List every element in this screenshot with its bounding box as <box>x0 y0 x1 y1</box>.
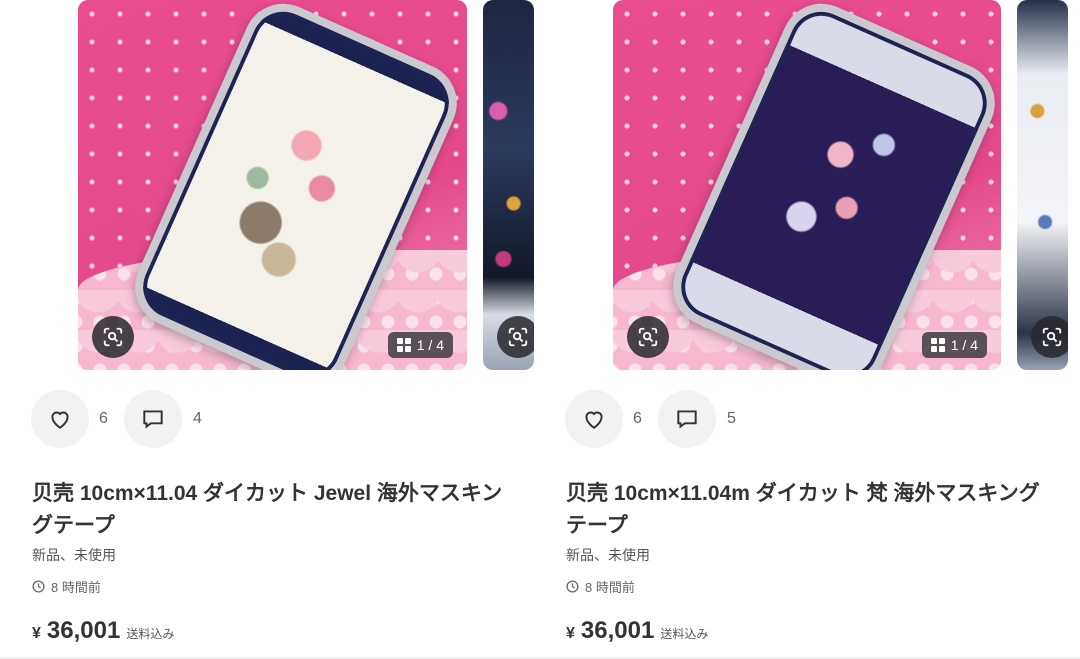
item-condition: 新品、未使用 <box>32 547 116 563</box>
like-count: 6 <box>633 410 642 427</box>
price: ¥ 36,001 送料込み <box>32 617 174 645</box>
currency-symbol: ¥ <box>32 625 41 642</box>
clock-icon <box>566 580 579 593</box>
posted-time-text: 8 時間前 <box>585 580 635 595</box>
clock-icon <box>32 580 45 593</box>
image-search-button-next[interactable] <box>497 316 534 358</box>
product-image-main[interactable]: 1 / 4 <box>613 0 1001 370</box>
image-counter-text: 1 / 4 <box>950 337 978 353</box>
product-title[interactable]: 贝壳 10cm×11.04m ダイカット 梵 海外マスキングテープ <box>566 478 1056 542</box>
heart-icon <box>51 411 69 429</box>
price: ¥ 36,001 送料込み <box>566 617 708 645</box>
product-card-1[interactable]: 1 / 4 6 4 贝壳 10cm×11.04 ダイカット Jewel 海外マス… <box>0 0 534 659</box>
image-counter: 1 / 4 <box>387 332 453 358</box>
comment-icon <box>677 410 697 429</box>
posted-time-text: 8 時間前 <box>51 580 101 595</box>
heart-icon <box>585 411 603 429</box>
like-button[interactable] <box>565 390 623 448</box>
posted-time: 8 時間前 <box>566 577 635 596</box>
next-image-preview <box>483 0 534 370</box>
comment-count: 4 <box>193 410 202 427</box>
comment-count: 5 <box>727 410 736 427</box>
image-search-button-next[interactable] <box>1031 316 1068 358</box>
image-counter-text: 1 / 4 <box>416 337 444 353</box>
comment-icon <box>143 410 163 429</box>
price-amount: 36,001 <box>46 617 121 644</box>
gallery-grid-icon <box>930 338 945 352</box>
currency-symbol: ¥ <box>566 625 575 642</box>
image-search-icon <box>508 327 528 347</box>
shipping-included: 送料込み <box>126 627 175 641</box>
product-image-next[interactable] <box>483 0 534 370</box>
image-search-icon <box>638 327 658 347</box>
image-counter: 1 / 4 <box>921 332 987 358</box>
image-search-button[interactable] <box>92 316 134 358</box>
gallery-grid-icon <box>396 338 411 352</box>
price-amount: 36,001 <box>580 617 655 644</box>
product-title[interactable]: 贝壳 10cm×11.04 ダイカット Jewel 海外マスキングテープ <box>32 478 522 542</box>
like-count: 6 <box>99 410 108 427</box>
product-card-2[interactable]: 1 / 4 6 5 贝壳 10cm×11.04m ダイカット 梵 海外マスキング… <box>534 0 1068 659</box>
product-image-main[interactable]: 1 / 4 <box>78 0 467 370</box>
next-image-preview <box>1017 0 1068 370</box>
image-search-icon <box>1042 327 1062 347</box>
comment-button[interactable] <box>124 390 182 448</box>
image-search-button[interactable] <box>627 316 669 358</box>
image-search-icon <box>103 327 123 347</box>
product-image-next[interactable] <box>1017 0 1068 370</box>
like-button[interactable] <box>31 390 89 448</box>
comment-button[interactable] <box>658 390 716 448</box>
shipping-included: 送料込み <box>660 627 709 641</box>
item-condition: 新品、未使用 <box>566 547 650 563</box>
posted-time: 8 時間前 <box>32 577 101 596</box>
